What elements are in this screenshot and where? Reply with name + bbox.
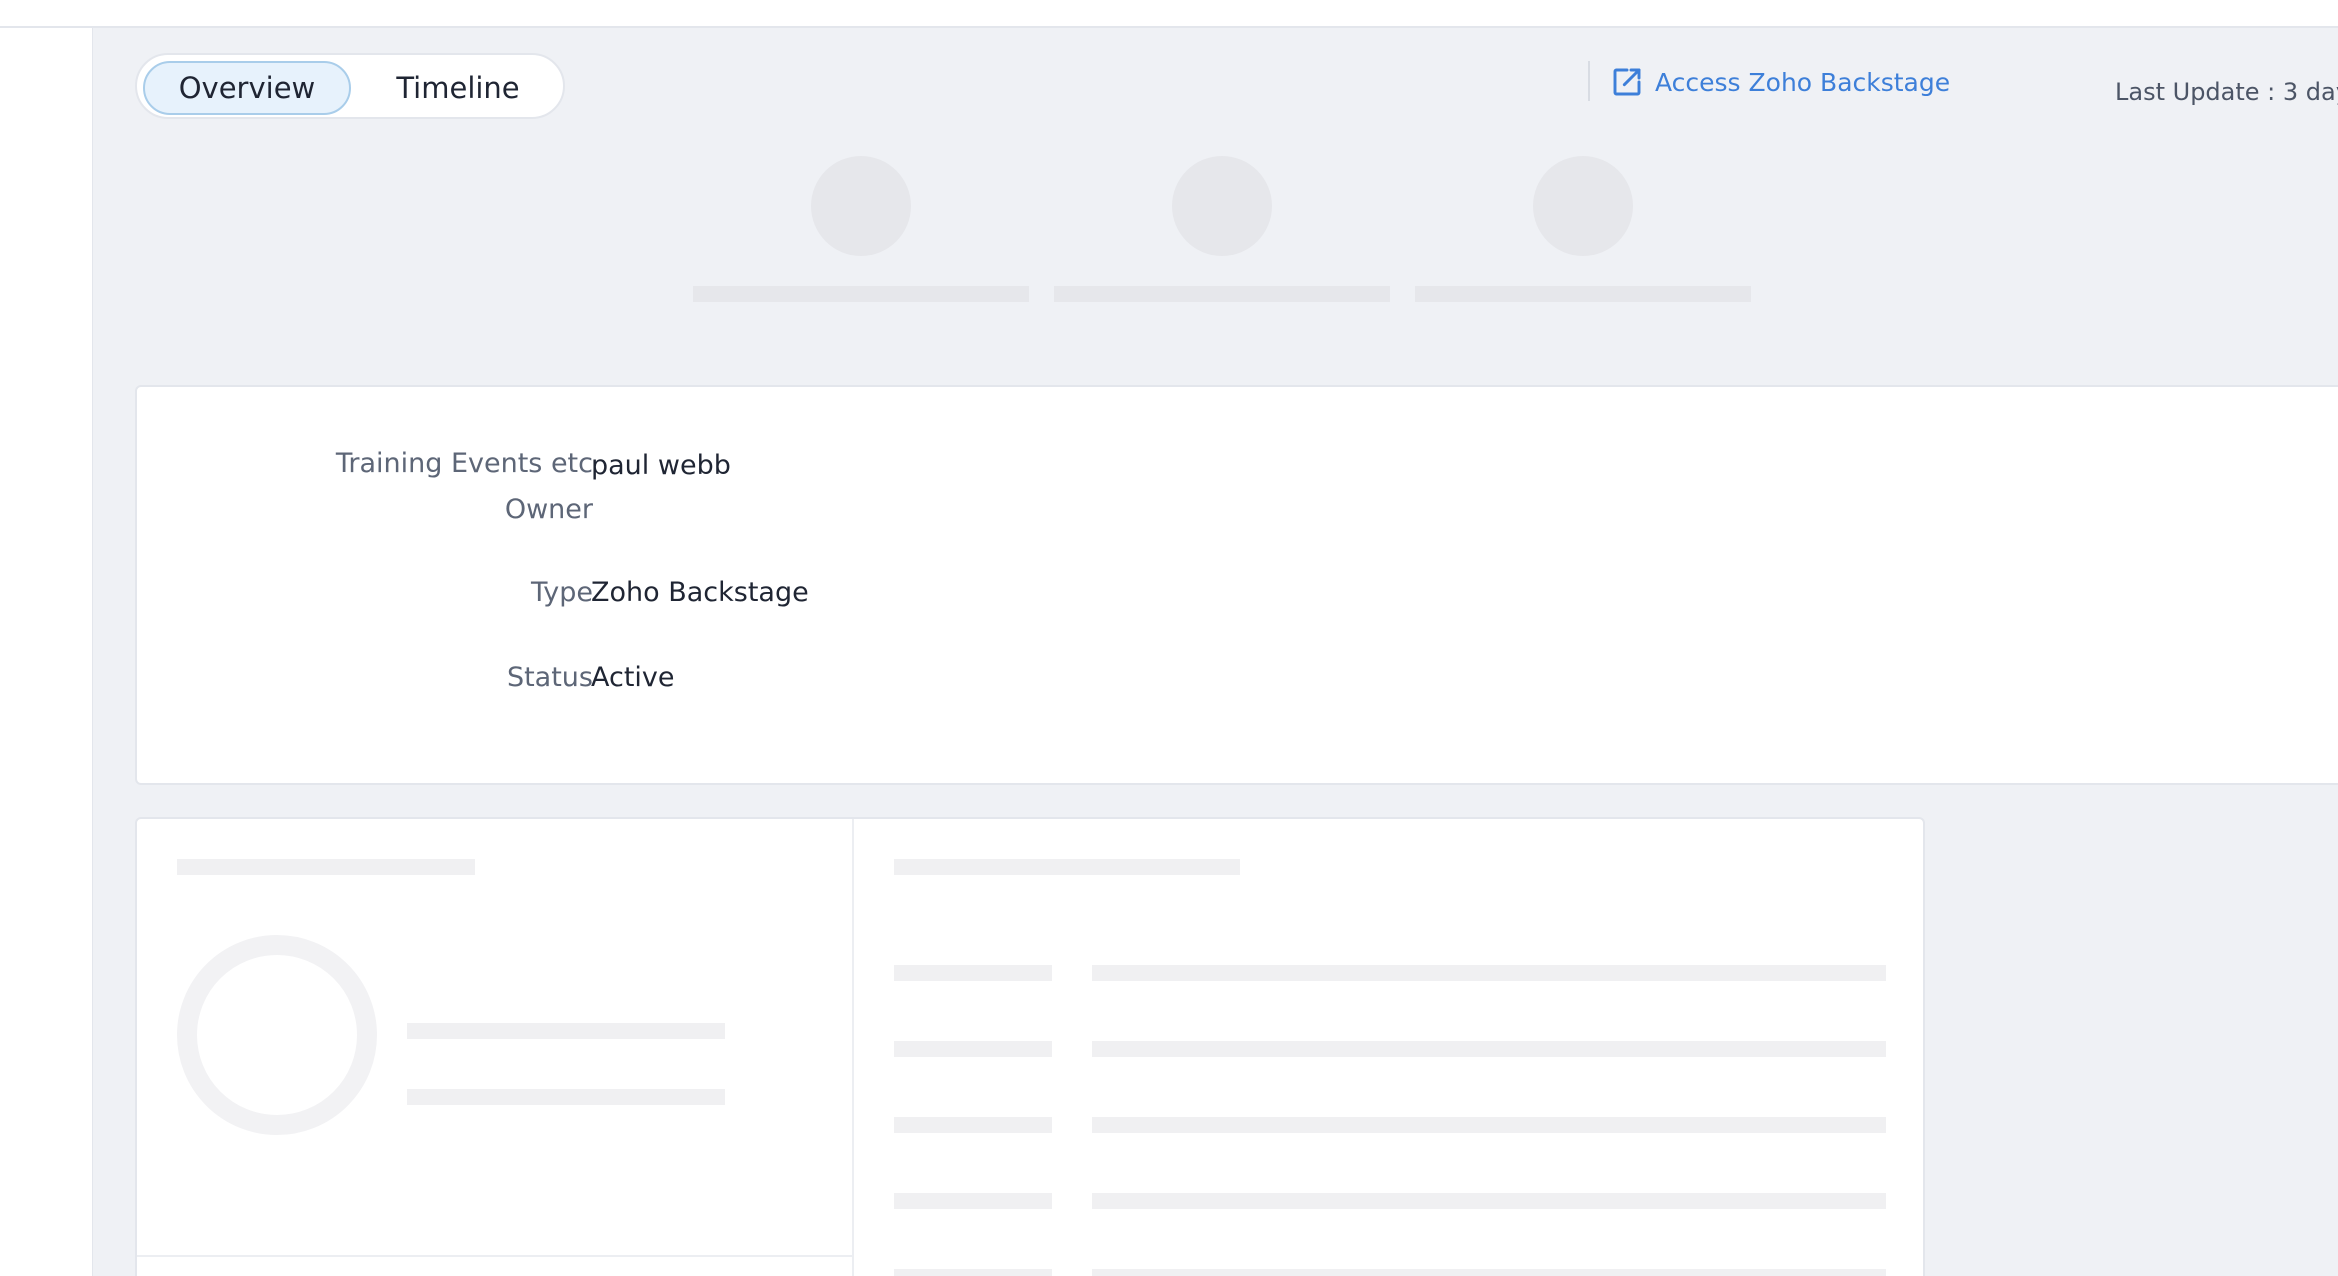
skeleton-text-bar <box>407 1089 725 1105</box>
skeleton-text-bar <box>407 1023 725 1039</box>
skeleton-label-bar <box>894 1269 1052 1276</box>
skeleton-label-bar <box>894 1117 1052 1133</box>
skeleton-value-bar <box>1092 965 1886 981</box>
skeleton-value-bar <box>1092 1041 1886 1057</box>
owner-value: paul webb <box>591 450 731 481</box>
owner-label: Training Events etc Owner <box>335 448 593 525</box>
stat-placeholder-bar <box>1054 286 1390 302</box>
header-divider <box>1588 61 1590 101</box>
tab-timeline[interactable]: Timeline <box>373 61 543 115</box>
skeleton-value-bar <box>1092 1117 1886 1133</box>
status-label: Status <box>506 662 593 693</box>
last-update-text: Last Update : 3 day(s) ago <box>2115 78 2338 106</box>
type-value: Zoho Backstage <box>591 577 809 608</box>
loading-placeholder-card <box>135 817 1925 1276</box>
skeleton-label-bar <box>894 965 1052 981</box>
skeleton-title-bar <box>177 859 475 875</box>
stat-placeholder-circle <box>811 156 911 256</box>
details-card: Training Events etc Owner paul webb Type… <box>135 385 2338 785</box>
tab-overview[interactable]: Overview <box>143 61 351 115</box>
top-bar <box>0 0 2338 28</box>
skeleton-label-bar <box>894 1193 1052 1209</box>
skeleton-title-bar <box>894 859 1240 875</box>
access-zoho-backstage-link[interactable]: Access Zoho Backstage <box>1611 62 1950 102</box>
stat-placeholder-circle <box>1172 156 1272 256</box>
left-sidebar <box>0 28 93 1276</box>
card-divider <box>852 819 854 1276</box>
stat-placeholder-circle <box>1533 156 1633 256</box>
skeleton-ring <box>177 935 377 1135</box>
skeleton-value-bar <box>1092 1193 1886 1209</box>
skeleton-value-bar <box>1092 1269 1886 1276</box>
card-divider <box>137 1255 852 1257</box>
main-content: Overview Timeline Access Zoho Backstage … <box>93 28 2338 1276</box>
skeleton-label-bar <box>894 1041 1052 1057</box>
view-tabs: Overview Timeline <box>135 53 565 119</box>
stat-placeholder-bar <box>1415 286 1751 302</box>
stat-placeholder-bar <box>693 286 1029 302</box>
type-label: Type <box>530 577 593 608</box>
access-link-label: Access Zoho Backstage <box>1655 67 1951 97</box>
external-link-icon <box>1613 68 1641 96</box>
status-value: Active <box>591 662 675 693</box>
